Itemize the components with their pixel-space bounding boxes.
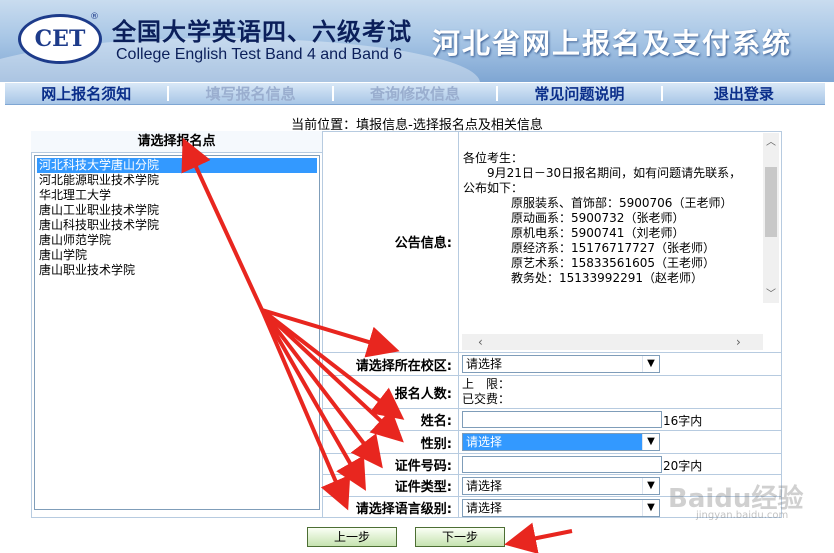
chevron-down-icon: ▼: [642, 434, 659, 450]
gender-select[interactable]: 请选择 ▼: [462, 433, 660, 451]
notice-line: 各位考生：: [463, 151, 524, 165]
notice-box: 各位考生： 9月21日－30日报名期间，如有问题请先联系， 公布如下： 原服装系…: [462, 133, 779, 350]
gender-label: 性别:: [323, 431, 459, 453]
chevron-down-icon: ▼: [642, 356, 659, 372]
notice-line: 原艺术系：15833561605（王老师）: [463, 256, 715, 270]
main-nav: 网上报名须知 填写报名信息 查询修改信息 常见问题说明 退出登录: [5, 83, 825, 105]
registered-mark: ®: [90, 12, 99, 22]
quota-limit: 上 限：: [462, 377, 511, 391]
gender-row: 性别: 请选择 ▼: [323, 431, 782, 454]
list-item[interactable]: 唐山工业职业技术学院: [37, 203, 317, 218]
name-label: 姓名:: [323, 409, 459, 430]
name-cell: 16字内: [460, 409, 782, 430]
level-select-value: 请选择: [466, 501, 503, 515]
notice-horizontal-scrollbar[interactable]: ‹ ›: [462, 334, 763, 350]
notice-vertical-scrollbar[interactable]: ︿ ﹀: [763, 133, 779, 303]
scroll-up-icon[interactable]: ︿: [763, 133, 779, 148]
id-number-cell: 20字内: [460, 454, 782, 474]
list-item[interactable]: 唐山学院: [37, 248, 317, 263]
notice-line: 原动画系：5900732（张老师）: [463, 211, 685, 225]
notice-text: 各位考生： 9月21日－30日报名期间，如有问题请先联系， 公布如下： 原服装系…: [463, 151, 763, 286]
exam-site-heading: 请选择报名点: [31, 131, 322, 153]
quota-cell: 上 限： 已交费：: [460, 376, 782, 408]
nav-item-logout[interactable]: 退出登录: [663, 83, 825, 104]
id-type-select[interactable]: 请选择 ▼: [462, 477, 660, 495]
nav-item-fill-info[interactable]: 填写报名信息: [169, 83, 331, 104]
baidu-watermark-url: jingyan.baidu.com: [696, 510, 789, 521]
cet-logo-text: CET: [34, 26, 86, 52]
notice-cell: 各位考生： 9月21日－30日报名期间，如有问题请先联系， 公布如下： 原服装系…: [460, 131, 782, 352]
page-root: CET ® 全国大学英语四、六级考试 College English Test …: [0, 0, 834, 553]
list-item[interactable]: 唐山职业技术学院: [37, 263, 317, 278]
banner-title-en: College English Test Band 4 and Band 6: [116, 46, 403, 63]
campus-row: 请选择所在校区: 请选择 ▼: [323, 353, 782, 376]
notice-line: 原服装系、首饰部：5900706（王老师）: [463, 196, 733, 210]
notice-line: 9月21日－30日报名期间，如有问题请先联系，: [463, 166, 742, 180]
list-item[interactable]: 河北科技大学唐山分院: [37, 158, 317, 173]
name-row: 姓名: 16字内: [323, 409, 782, 431]
notice-line: 公布如下：: [463, 181, 524, 195]
system-title: 河北省网上报名及支付系统: [432, 27, 793, 60]
notice-line: 原机电系：5900741（刘老师）: [463, 226, 685, 240]
campus-select[interactable]: 请选择 ▼: [462, 355, 660, 373]
name-hint: 16字内: [663, 414, 703, 428]
list-item[interactable]: 河北能源职业技术学院: [37, 173, 317, 188]
quota-label: 报名人数:: [323, 376, 459, 408]
notice-line: 教务处：15133992291（赵老师）: [463, 271, 703, 285]
notice-label: 公告信息:: [323, 131, 459, 352]
id-type-select-value: 请选择: [466, 479, 503, 493]
next-step-button[interactable]: 下一步: [415, 527, 505, 547]
id-number-row: 证件号码: 20字内: [323, 454, 782, 475]
gender-cell: 请选择 ▼: [460, 431, 782, 453]
nav-item-query-edit[interactable]: 查询修改信息: [334, 83, 496, 104]
list-item[interactable]: 华北理工大学: [37, 188, 317, 203]
nav-item-faq[interactable]: 常见问题说明: [498, 83, 660, 104]
list-item[interactable]: 唐山科技职业技术学院: [37, 218, 317, 233]
level-label: 请选择语言级别:: [323, 497, 459, 518]
name-input[interactable]: [462, 411, 662, 428]
level-select[interactable]: 请选择 ▼: [462, 499, 660, 517]
chevron-down-icon: ▼: [642, 500, 659, 516]
scroll-thumb[interactable]: [765, 167, 777, 237]
notice-row: 公告信息: 各位考生： 9月21日－30日报名期间，如有问题请先联系， 公布如下…: [323, 131, 782, 353]
quota-info: 上 限： 已交费：: [462, 377, 510, 407]
scroll-down-icon[interactable]: ﹀: [763, 285, 779, 300]
notice-line: 原经济系：15176717727（张老师）: [463, 241, 715, 255]
header-banner: CET ® 全国大学英语四、六级考试 College English Test …: [0, 0, 834, 82]
nav-item-notice[interactable]: 网上报名须知: [5, 83, 167, 104]
id-number-label: 证件号码:: [323, 454, 459, 474]
id-number-hint: 20字内: [663, 459, 703, 473]
quota-row: 报名人数: 上 限： 已交费：: [323, 376, 782, 409]
scroll-left-icon[interactable]: ‹: [478, 334, 483, 350]
exam-site-panel: 请选择报名点 河北科技大学唐山分院 河北能源职业技术学院 华北理工大学 唐山工业…: [31, 131, 323, 518]
quota-paid: 已交费：: [462, 392, 511, 406]
prev-step-button[interactable]: 上一步: [307, 527, 397, 547]
banner-title-cn: 全国大学英语四、六级考试: [112, 18, 412, 46]
campus-cell: 请选择 ▼: [460, 353, 782, 375]
id-type-label: 证件类型:: [323, 475, 459, 496]
campus-label: 请选择所在校区:: [323, 353, 459, 375]
scroll-right-icon[interactable]: ›: [736, 334, 741, 350]
list-item[interactable]: 唐山师范学院: [37, 233, 317, 248]
id-number-input[interactable]: [462, 456, 662, 473]
arrow-to-next-button: [504, 522, 573, 553]
exam-site-listbox[interactable]: 河北科技大学唐山分院 河北能源职业技术学院 华北理工大学 唐山工业职业技术学院 …: [34, 155, 320, 510]
gender-select-value: 请选择: [466, 435, 503, 449]
campus-select-value: 请选择: [466, 357, 503, 371]
chevron-down-icon: ▼: [642, 478, 659, 494]
